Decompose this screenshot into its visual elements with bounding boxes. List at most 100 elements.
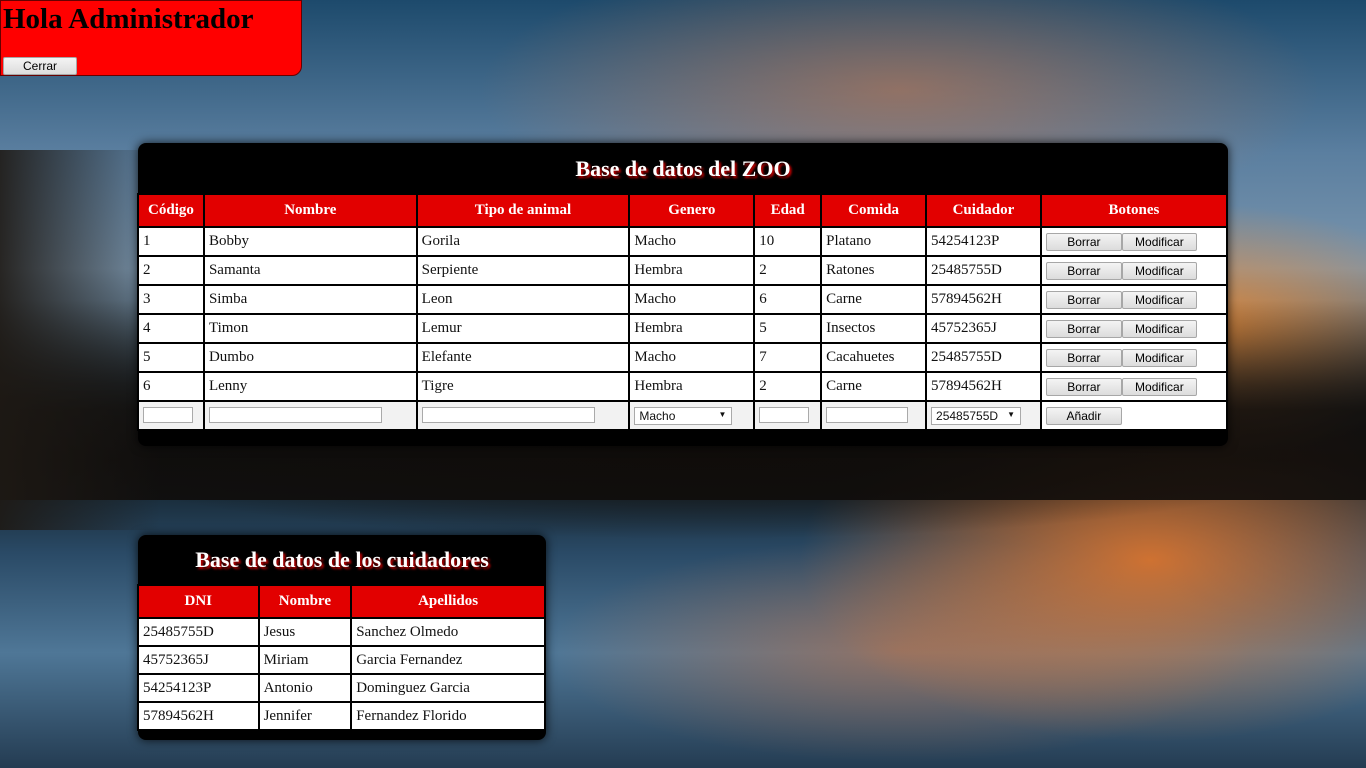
new-codigo-input[interactable] [143,407,193,423]
new-edad-cell [753,400,823,431]
col-header-edad: Edad [753,193,823,228]
col-header-apellidos: Apellidos [350,584,546,619]
chevron-down-icon: ▼ [718,409,727,419]
cell-genero: Hembra [628,371,756,402]
cell-cuidador: 25485755D [925,342,1042,373]
cell-botones: Borrar Modificar [1039,284,1229,315]
cell-codigo: 6 [137,371,205,402]
col-header-tipo: Tipo de animal [415,193,631,228]
cell-dni: 45752365J [137,645,260,675]
new-tipo-cell [415,400,631,431]
table-row: 25485755D Jesus Sanchez Olmedo [137,617,546,647]
new-comida-input[interactable] [826,407,909,423]
cell-nombre: Antonio [257,673,353,703]
cell-edad: 7 [753,342,823,373]
add-button[interactable]: Añadir [1045,406,1122,425]
new-codigo-cell [137,400,205,431]
cell-nombre: Bobby [202,226,418,257]
new-nombre-input[interactable] [208,407,382,423]
cell-comida: Carne [820,284,928,315]
zoo-database-panel: Base de datos del ZOO Código Nombre Tipo… [137,143,1229,446]
table-row: 4 Timon Lemur Hembra 5 Insectos 45752365… [137,313,1229,344]
col-header-nombre: Nombre [257,584,353,619]
cell-tipo: Leon [415,284,631,315]
cell-botones: Borrar Modificar [1039,255,1229,286]
table-row: 6 Lenny Tigre Hembra 2 Carne 57894562H B… [137,371,1229,402]
table-row: 3 Simba Leon Macho 6 Carne 57894562H Bor… [137,284,1229,315]
background-trees [0,150,160,530]
modify-button[interactable]: Modificar [1121,348,1197,367]
modify-button[interactable]: Modificar [1121,232,1197,251]
new-tipo-input[interactable] [421,407,595,423]
delete-button[interactable]: Borrar [1045,377,1122,396]
caretakers-database-panel: Base de datos de los cuidadores DNI Nomb… [137,535,546,740]
col-header-genero: Genero [628,193,756,228]
new-edad-input[interactable] [759,407,810,423]
cell-dni: 54254123P [137,673,260,703]
new-cuidador-cell: 25485755D ▼ [925,400,1042,431]
cell-edad: 10 [753,226,823,257]
cell-tipo: Elefante [415,342,631,373]
cell-genero: Macho [628,284,756,315]
cell-botones: Borrar Modificar [1039,226,1229,257]
cell-edad: 6 [753,284,823,315]
col-header-comida: Comida [820,193,928,228]
logout-button[interactable]: Cerrar [3,57,77,75]
table-row: 2 Samanta Serpiente Hembra 2 Ratones 254… [137,255,1229,286]
delete-button[interactable]: Borrar [1045,319,1122,338]
table-row: 54254123P Antonio Dominguez Garcia [137,673,546,703]
cell-apellidos: Dominguez Garcia [350,673,546,703]
col-header-codigo: Código [137,193,205,228]
new-comida-cell [820,400,928,431]
col-header-dni: DNI [137,584,260,619]
modify-button[interactable]: Modificar [1121,290,1197,309]
table-row: 57894562H Jennifer Fernandez Florido [137,701,546,731]
caretakers-table-title: Base de datos de los cuidadores [195,547,489,572]
cell-nombre: Samanta [202,255,418,286]
table-row: 5 Dumbo Elefante Macho 7 Cacahuetes 2548… [137,342,1229,373]
cell-nombre: Timon [202,313,418,344]
cell-apellidos: Garcia Fernandez [350,645,546,675]
cell-nombre: Lenny [202,371,418,402]
cuidador-selected-value: 25485755D [936,408,999,423]
col-header-cuidador: Cuidador [925,193,1042,228]
cell-botones: Borrar Modificar [1039,371,1229,402]
new-animal-row: Macho ▼ 25485755D ▼ Añadir [137,400,1229,431]
cell-tipo: Tigre [415,371,631,402]
genero-select[interactable]: Macho ▼ [634,406,733,425]
cell-cuidador: 57894562H [925,371,1042,402]
zoo-table: Código Nombre Tipo de animal Genero Edad… [137,193,1229,431]
cell-cuidador: 45752365J [925,313,1042,344]
cell-comida: Carne [820,371,928,402]
modify-button[interactable]: Modificar [1121,377,1197,396]
cell-comida: Platano [820,226,928,257]
cell-nombre: Jesus [257,617,353,647]
delete-button[interactable]: Borrar [1045,290,1122,309]
cell-apellidos: Fernandez Florido [350,701,546,731]
cell-codigo: 2 [137,255,205,286]
zoo-table-title: Base de datos del ZOO [575,156,791,181]
new-genero-cell: Macho ▼ [628,400,756,431]
cell-cuidador: 25485755D [925,255,1042,286]
chevron-down-icon: ▼ [1007,409,1016,419]
delete-button[interactable]: Borrar [1045,232,1122,251]
cell-nombre: Jennifer [257,701,353,731]
genero-selected-value: Macho [639,408,676,423]
cell-edad: 2 [753,255,823,286]
delete-button[interactable]: Borrar [1045,348,1122,367]
cell-nombre: Miriam [257,645,353,675]
delete-button[interactable]: Borrar [1045,261,1122,280]
modify-button[interactable]: Modificar [1121,261,1197,280]
cell-cuidador: 57894562H [925,284,1042,315]
cell-genero: Macho [628,342,756,373]
cell-comida: Ratones [820,255,928,286]
cell-codigo: 1 [137,226,205,257]
cell-codigo: 5 [137,342,205,373]
modify-button[interactable]: Modificar [1121,319,1197,338]
cuidador-select[interactable]: 25485755D ▼ [931,406,1022,425]
table-row: 1 Bobby Gorila Macho 10 Platano 54254123… [137,226,1229,257]
cell-genero: Hembra [628,255,756,286]
cell-comida: Cacahuetes [820,342,928,373]
cell-tipo: Serpiente [415,255,631,286]
cell-genero: Macho [628,226,756,257]
